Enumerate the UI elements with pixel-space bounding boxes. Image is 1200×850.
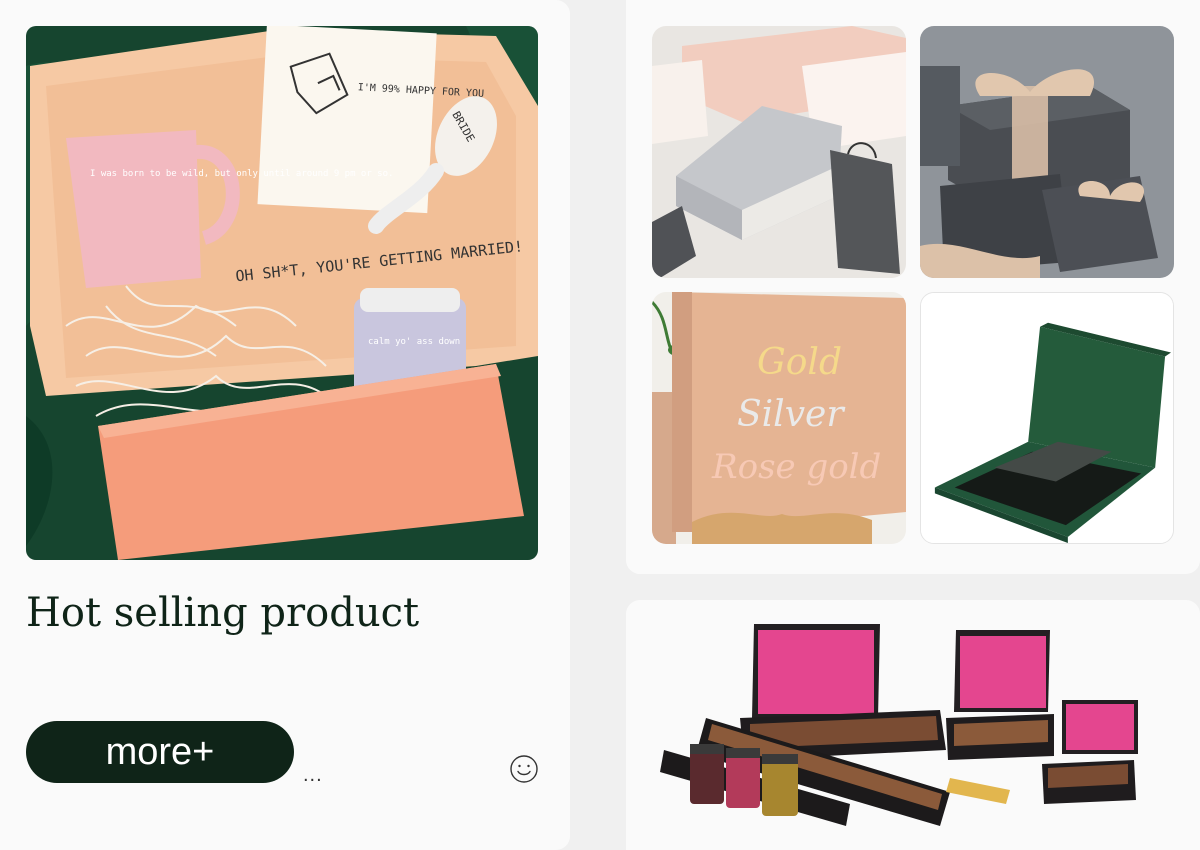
hero-product-image[interactable]: I'M 99% HAPPY FOR YOU BRIDE OH SH*T, YOU… — [26, 26, 538, 560]
foil-text-gold: Gold — [757, 342, 842, 383]
chocolate-boxes-image[interactable] — [650, 614, 1170, 842]
foil-text-rose: Rose gold — [711, 447, 881, 487]
green-box-image[interactable] — [920, 292, 1174, 544]
section-title: Hot selling product — [26, 590, 420, 636]
mug-text: I was born to be wild, but only until ar… — [90, 169, 393, 179]
candle-text: calm yo' ass down — [368, 337, 460, 347]
foil-box-image[interactable]: Gold Silver Rose gold — [652, 292, 906, 544]
ribbon-boxes-image[interactable] — [920, 26, 1174, 278]
ellipsis-text: ... — [303, 764, 323, 786]
more-button[interactable]: more+ — [26, 721, 294, 783]
drawer-boxes-image[interactable] — [652, 26, 906, 278]
smile-icon[interactable] — [509, 754, 539, 784]
foil-text-silver: Silver — [737, 394, 845, 435]
